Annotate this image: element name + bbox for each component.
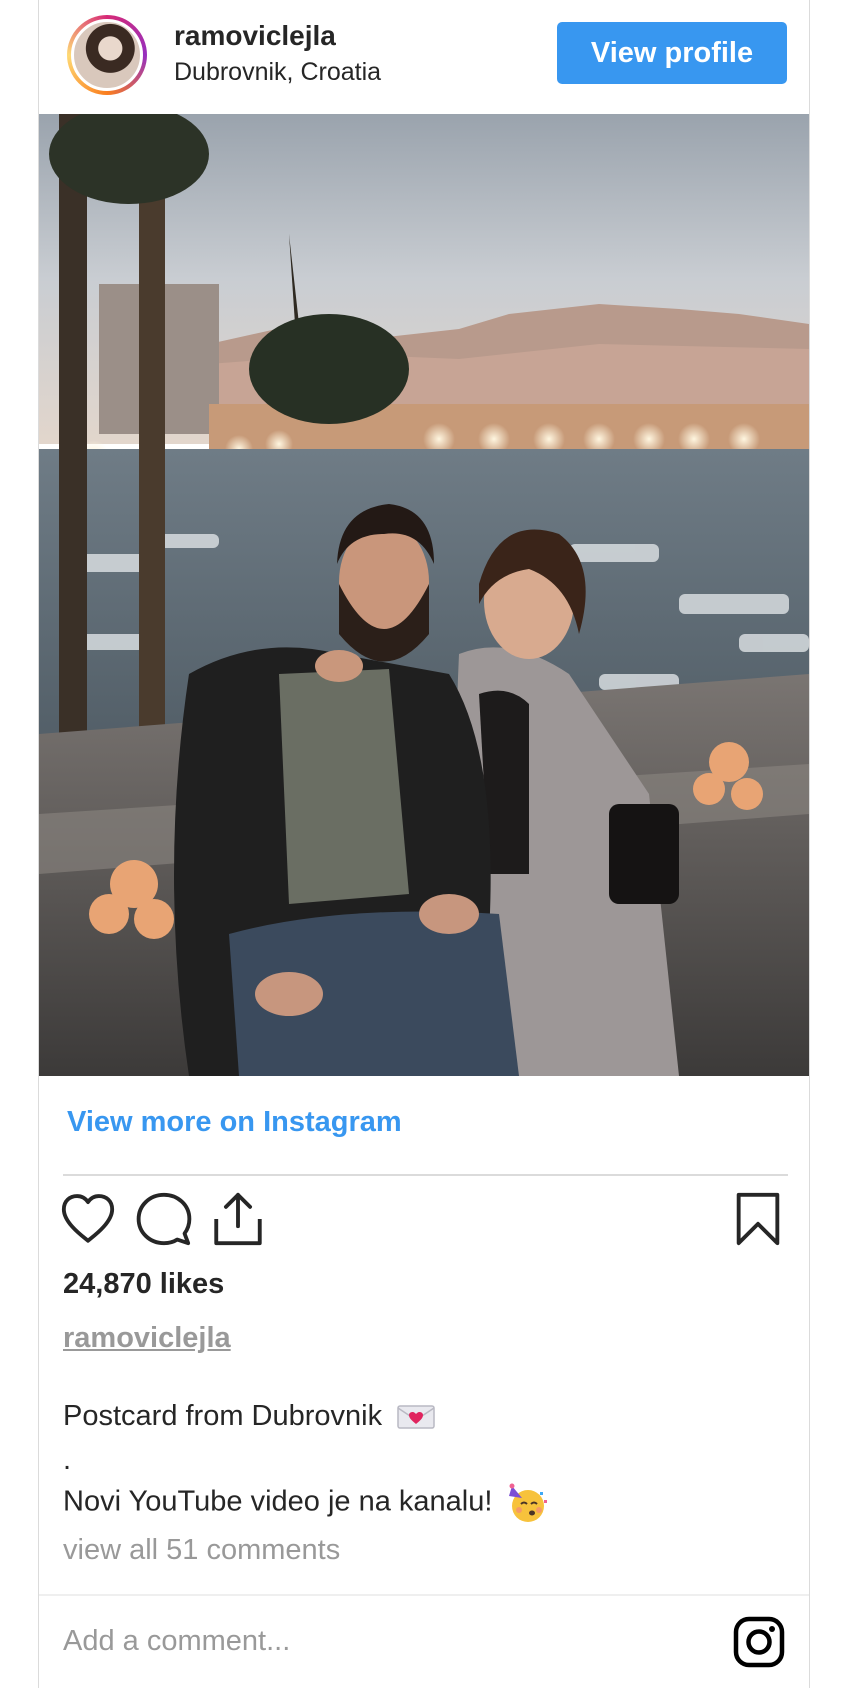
share-icon[interactable] bbox=[209, 1190, 267, 1248]
caption-username[interactable]: ramoviclejla bbox=[63, 1322, 231, 1355]
caption-text-3: Novi YouTube video je na kanalu! bbox=[63, 1485, 493, 1518]
caption-line-1: Postcard from Dubrovnik bbox=[63, 1400, 436, 1433]
caption-line-3: Novi YouTube video je na kanalu! bbox=[63, 1482, 548, 1524]
instagram-icon[interactable] bbox=[733, 1616, 785, 1668]
post-photo[interactable] bbox=[39, 114, 809, 1076]
instagram-embed-card: ramoviclejla Dubrovnik, Croatia View pro… bbox=[38, 0, 810, 1688]
header-location[interactable]: Dubrovnik, Croatia bbox=[174, 58, 381, 87]
love-letter-emoji bbox=[397, 1405, 435, 1430]
view-all-comments-link[interactable]: view all 51 comments bbox=[63, 1534, 340, 1567]
add-comment-input[interactable] bbox=[63, 1618, 663, 1664]
post-header: ramoviclejla Dubrovnik, Croatia View pro… bbox=[39, 0, 809, 115]
caption-line-2: . bbox=[63, 1444, 72, 1476]
heart-icon[interactable] bbox=[59, 1190, 117, 1248]
post-photo-image bbox=[39, 114, 809, 1076]
view-more-on-instagram-link[interactable]: View more on Instagram bbox=[67, 1106, 402, 1139]
avatar[interactable] bbox=[71, 19, 143, 91]
caption-text-1: Postcard from Dubrovnik bbox=[63, 1400, 383, 1432]
view-profile-button[interactable]: View profile bbox=[557, 22, 787, 84]
comment-bar bbox=[39, 1594, 809, 1690]
divider bbox=[63, 1174, 788, 1176]
like-count[interactable]: 24,870 likes bbox=[63, 1268, 224, 1301]
comment-bubble-icon[interactable] bbox=[135, 1190, 193, 1248]
header-username[interactable]: ramoviclejla bbox=[174, 20, 336, 52]
bookmark-icon[interactable] bbox=[729, 1190, 787, 1248]
avatar-ring[interactable] bbox=[67, 15, 147, 95]
partying-face-emoji bbox=[509, 1483, 548, 1522]
